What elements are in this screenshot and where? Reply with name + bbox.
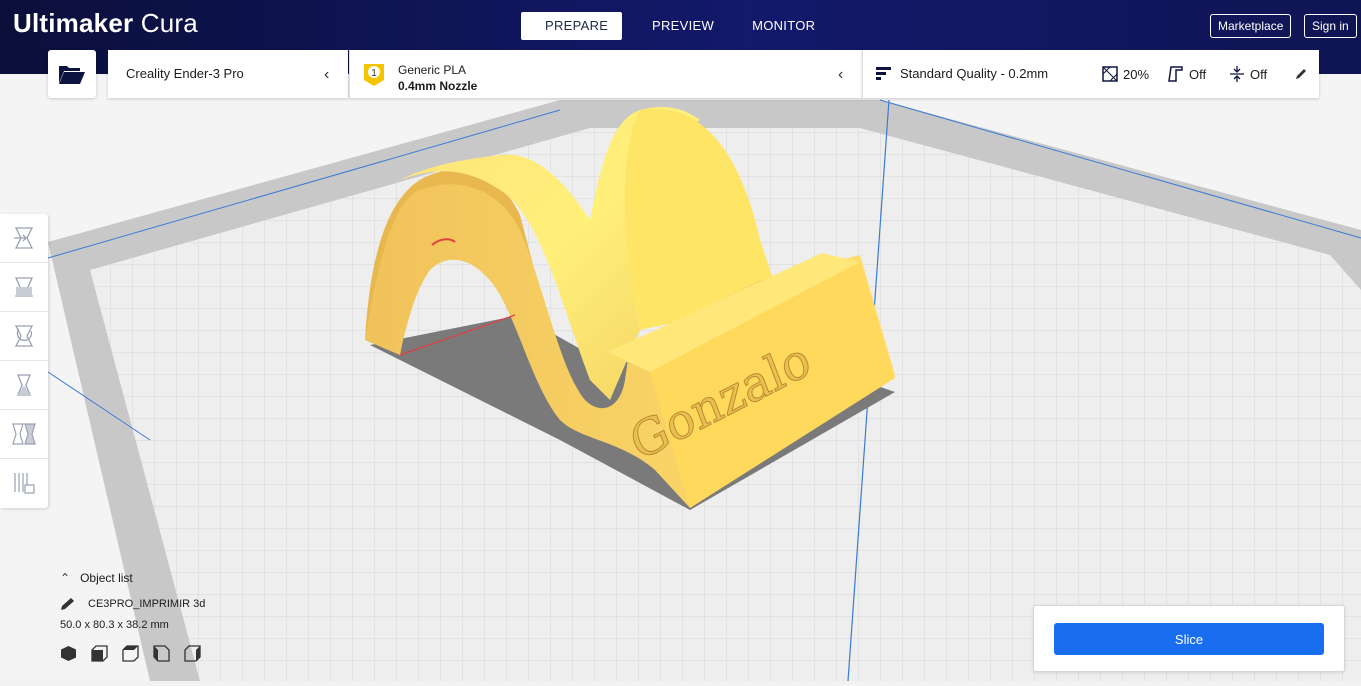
object-name: CE3PRO_IMPRIMIR 3d: [88, 598, 206, 610]
object-list-label: Object list: [80, 571, 133, 585]
marketplace-button[interactable]: Marketplace: [1210, 14, 1292, 38]
support-value: Off: [1189, 66, 1207, 82]
tab-prepare[interactable]: PREPARE: [521, 12, 622, 40]
object-dimensions: 50.0 x 80.3 x 38.2 mm: [60, 619, 169, 631]
stage-tabs: PREPARE PREVIEW MONITOR: [521, 12, 823, 40]
left-tool-palette: [0, 214, 48, 508]
adhesion-icon: [1230, 66, 1244, 82]
per-model-settings-icon: [12, 423, 36, 445]
pencil-icon[interactable]: [60, 597, 76, 611]
left-view-icon[interactable]: [153, 645, 170, 662]
slice-panel: Slice: [1033, 605, 1345, 672]
scale-tool-icon: [14, 277, 34, 297]
infill-value: 20%: [1123, 66, 1150, 82]
chevron-left-icon: ‹: [324, 66, 330, 83]
extruder-badge-icon: 1: [364, 64, 384, 86]
open-file-button[interactable]: [48, 50, 96, 98]
svg-text:1: 1: [371, 68, 377, 79]
nozzle-size: 0.4mm Nozzle: [398, 79, 478, 93]
support-setting: Off: [1168, 66, 1206, 82]
chevron-up-icon: ⌃: [60, 571, 71, 585]
material-name: Generic PLA: [398, 63, 467, 77]
slice-button[interactable]: Slice: [1054, 623, 1324, 655]
tab-preview[interactable]: PREVIEW: [622, 12, 744, 40]
pencil-icon[interactable]: [1295, 68, 1307, 80]
rotate-tool-icon: [14, 325, 34, 347]
right-view-icon[interactable]: [184, 645, 201, 662]
mirror-tool-icon: [17, 374, 31, 396]
material-selector[interactable]: 1 Generic PLA 0.4mm Nozzle ‹: [349, 50, 862, 98]
app-logo: Ultimaker Cura: [13, 8, 198, 38]
machine-selector[interactable]: Creality Ender-3 Pro ‹: [108, 50, 348, 98]
folder-open-icon: [59, 66, 85, 84]
object-list-header[interactable]: ⌃ Object list: [60, 568, 205, 588]
sign-in-button[interactable]: Sign in: [1304, 14, 1357, 38]
adhesion-value: Off: [1250, 66, 1268, 82]
quality-profile: Standard Quality - 0.2mm: [900, 66, 1049, 81]
tab-monitor[interactable]: MONITOR: [744, 12, 823, 40]
infill-icon: [1102, 66, 1118, 82]
chevron-left-icon: ‹: [838, 66, 844, 83]
infill-setting: 20%: [1102, 66, 1149, 82]
object-list-panel: ⌃ Object list CE3PRO_IMPRIMIR 3d 50.0 x …: [60, 568, 205, 662]
adhesion-setting: Off: [1229, 66, 1267, 82]
scale-tool-button[interactable]: [0, 263, 48, 312]
support-icon: [1168, 66, 1183, 82]
support-blocker-icon: [14, 473, 35, 494]
support-blocker-button[interactable]: [0, 459, 48, 507]
per-model-settings-button[interactable]: [0, 410, 48, 459]
move-tool-icon: [14, 227, 34, 249]
quality-bars-icon: [876, 67, 891, 80]
top-view-icon[interactable]: [122, 645, 139, 662]
3d-view-icon[interactable]: [60, 645, 77, 662]
view-orientation-buttons: [60, 645, 205, 662]
print-settings-panel[interactable]: Standard Quality - 0.2mm 20% Off Off: [862, 50, 1319, 98]
front-view-icon[interactable]: [91, 645, 108, 662]
rotate-tool-button[interactable]: [0, 312, 48, 361]
machine-name: Creality Ender-3 Pro: [126, 66, 244, 81]
mirror-tool-button[interactable]: [0, 361, 48, 410]
move-tool-button[interactable]: [0, 214, 48, 263]
